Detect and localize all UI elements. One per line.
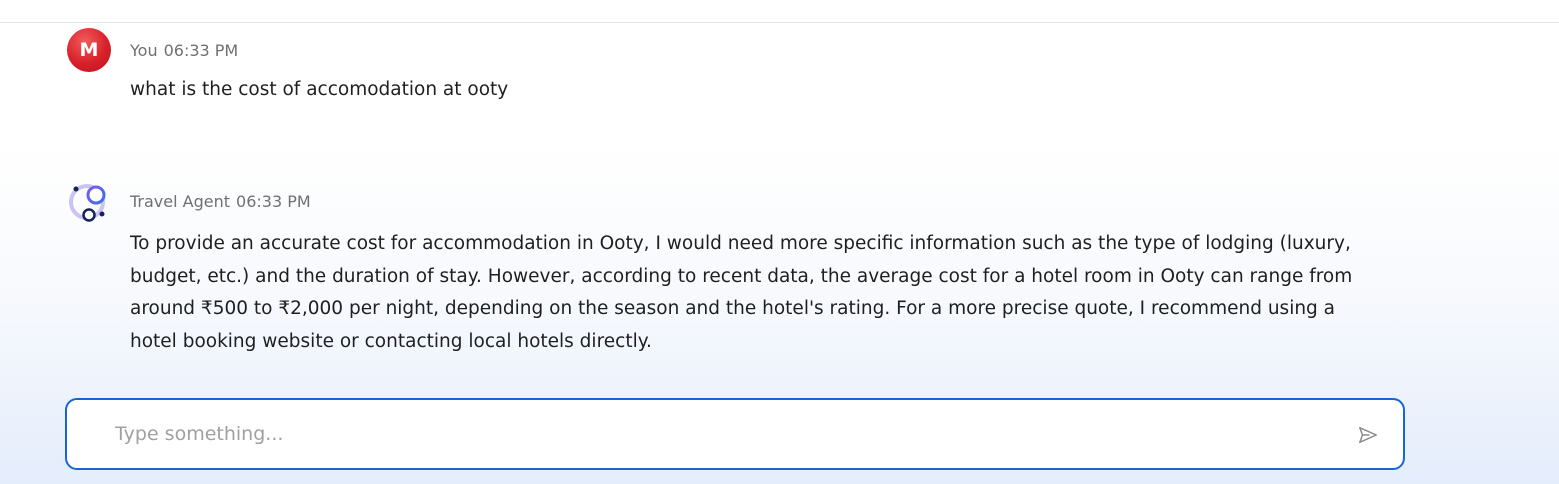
message-input[interactable] [115, 400, 1315, 467]
message-time: 06:33 PM [163, 41, 239, 60]
message-composer [65, 398, 1405, 470]
message-time: 06:33 PM [236, 192, 311, 211]
user-avatar-letter: M [79, 39, 99, 61]
user-avatar: M [67, 28, 111, 72]
message-meta: Travel Agent 06:33 PM [130, 192, 311, 211]
message-meta: You 06:33 PM [130, 41, 238, 60]
top-bar [0, 0, 1559, 23]
message-text: what is the cost of accomodation at ooty [130, 79, 509, 100]
sender-name: You [130, 41, 158, 60]
message-text: To provide an accurate cost for accommod… [130, 233, 1353, 352]
bubbles-logo-icon [67, 180, 111, 224]
sender-name: Travel Agent [130, 192, 231, 211]
send-button[interactable] [1357, 424, 1379, 446]
send-icon [1359, 426, 1377, 444]
